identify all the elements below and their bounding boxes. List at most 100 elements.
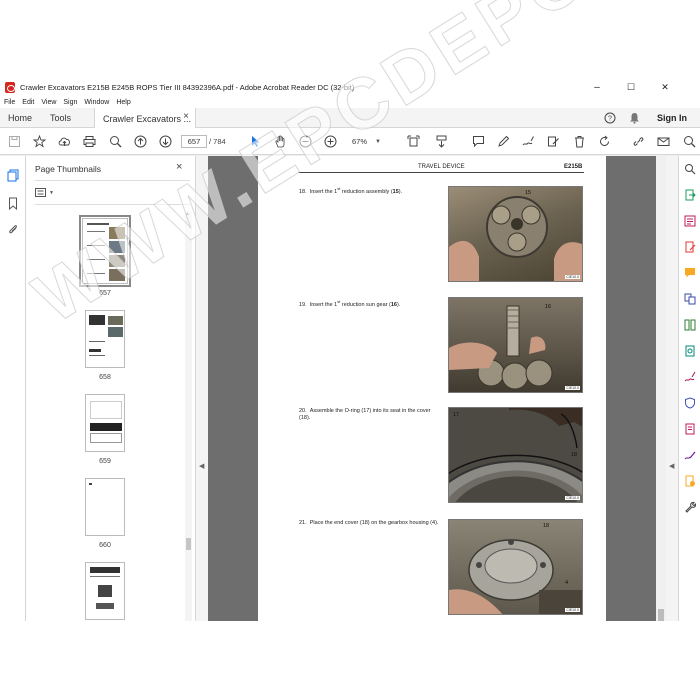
toolbar: 657 / 784 67% ▼ — [0, 128, 700, 155]
step-18-photo: 15 CIE10.0 — [448, 186, 583, 282]
rotate-icon[interactable] — [596, 134, 612, 149]
thumbnail-page-660[interactable] — [85, 478, 125, 536]
callout-17: 17 — [453, 412, 460, 418]
callout-4: 4 — [565, 580, 569, 586]
expand-panel-arrow-icon[interactable]: ◀ — [669, 462, 674, 470]
page-number-input[interactable]: 657 — [181, 135, 207, 148]
acrobat-icon — [5, 81, 15, 93]
sign-in-label: Sign In — [657, 113, 687, 123]
right-panel-splitter[interactable]: ◀ — [666, 156, 678, 621]
thumbnail-page-658[interactable] — [85, 310, 125, 368]
close-window-button[interactable]: ✕ — [648, 78, 682, 96]
help-icon[interactable]: ? — [602, 108, 618, 128]
zoom-level-select[interactable]: 67% ▼ — [344, 135, 390, 148]
thumbnail-label: 658 — [99, 374, 111, 381]
draw-sign-icon[interactable] — [520, 134, 536, 149]
page-header-section: TRAVEL DEVICE — [418, 164, 465, 170]
tab-tools[interactable]: Tools — [50, 108, 71, 128]
thumbnail-page-659[interactable] — [85, 394, 125, 452]
close-panel-icon[interactable]: × — [176, 161, 182, 173]
tab-home[interactable]: Home — [8, 108, 32, 128]
page-header-model: E215B — [564, 164, 583, 170]
pdf-page: TRAVEL DEVICE E215B 18. Insert the 1st r… — [258, 156, 606, 621]
scrolling-mode-icon[interactable] — [433, 134, 449, 149]
zoom-out-icon[interactable] — [297, 134, 313, 149]
previous-page-icon[interactable] — [132, 134, 148, 149]
thumbnail-page-657[interactable] — [79, 215, 131, 287]
share-link-icon[interactable] — [630, 134, 646, 149]
print-icon[interactable] — [81, 134, 97, 149]
highlight-pen-icon[interactable] — [495, 134, 511, 149]
request-signatures-icon[interactable] — [683, 448, 697, 462]
hand-tool-icon[interactable] — [272, 134, 288, 149]
document-view[interactable]: TRAVEL DEVICE E215B 18. Insert the 1st r… — [208, 156, 656, 621]
fill-sign-icon[interactable] — [683, 370, 697, 384]
thumbnail-label: 660 — [99, 542, 111, 549]
page-thumbnails-icon[interactable] — [6, 168, 20, 182]
figure-number: CIE10.0 — [565, 496, 580, 500]
organize-pages-icon[interactable] — [683, 318, 697, 332]
send-for-review-icon[interactable] — [683, 474, 697, 488]
bookmark-star-icon[interactable] — [31, 134, 47, 149]
zoom-in-icon[interactable] — [322, 134, 338, 149]
comment-tool-icon[interactable] — [683, 266, 697, 280]
minimize-button[interactable]: – — [580, 78, 614, 96]
thumbnail-options-menu[interactable]: ▼ — [35, 186, 57, 199]
thumbnails-scrollbar[interactable]: ▲ ▼ — [185, 211, 192, 621]
collapse-panel-arrow-icon[interactable]: ◀ — [199, 462, 204, 470]
more-tools-wrench-icon[interactable] — [683, 500, 697, 514]
maximize-button[interactable]: ☐ — [614, 78, 648, 96]
chevron-down-icon: ▼ — [375, 138, 381, 145]
export-pdf-icon[interactable] — [683, 188, 697, 202]
menu-edit[interactable]: Edit — [22, 99, 34, 106]
search-tool-icon[interactable] — [683, 162, 697, 176]
notification-bell-icon[interactable] — [626, 108, 642, 128]
save-icon[interactable] — [6, 134, 22, 149]
zoom-level-value: 67% — [352, 137, 368, 146]
attachments-icon[interactable] — [6, 222, 20, 236]
page-fit-icon[interactable] — [402, 134, 424, 149]
menu-bar: File Edit View Sign Window Help — [0, 96, 700, 108]
step-19-photo: 16 CIE10.0 — [448, 297, 583, 393]
callout-15: 15 — [525, 190, 532, 196]
step-21-text: 21. Place the end cover (18) on the gear… — [299, 520, 439, 526]
combine-files-icon[interactable] — [683, 292, 697, 306]
acrobat-window: Crawler Excavators E215B E245B ROPS Tier… — [0, 78, 700, 621]
step-21-photo: 18 4 CIE10.0 — [448, 519, 583, 615]
scan-ocr-icon[interactable] — [683, 344, 697, 358]
scroll-up-arrow-icon[interactable]: ▲ — [185, 211, 190, 217]
document-scrollbar[interactable] — [656, 156, 666, 621]
thumbnail-page-next[interactable] — [85, 562, 125, 620]
figure-number: CIE10.0 — [565, 608, 580, 612]
delete-trash-icon[interactable] — [571, 134, 587, 149]
scrollbar-thumb[interactable] — [658, 609, 664, 621]
find-zoom-icon[interactable] — [107, 134, 123, 149]
next-page-icon[interactable] — [157, 134, 173, 149]
menu-sign[interactable]: Sign — [63, 99, 77, 106]
email-icon[interactable] — [655, 134, 671, 149]
compress-pdf-icon[interactable] — [683, 422, 697, 436]
menu-view[interactable]: View — [41, 99, 56, 106]
protect-shield-icon[interactable] — [683, 396, 697, 410]
sign-in-button[interactable]: Sign In — [652, 108, 692, 128]
page-total: / 784 — [209, 137, 226, 146]
chevron-down-icon: ▼ — [49, 189, 54, 196]
callout-16: 16 — [545, 304, 552, 310]
comment-icon[interactable] — [470, 134, 486, 149]
scrollbar-thumb[interactable] — [186, 538, 191, 550]
tab-document[interactable]: Crawler Excavators ... × — [94, 108, 196, 129]
search-icon[interactable] — [681, 134, 697, 149]
svg-text:?: ? — [608, 116, 612, 123]
select-cursor-icon[interactable] — [247, 134, 263, 149]
menu-help[interactable]: Help — [116, 99, 130, 106]
upload-cloud-icon[interactable] — [56, 134, 72, 149]
menu-file[interactable]: File — [4, 99, 15, 106]
create-pdf-icon[interactable] — [683, 214, 697, 228]
panel-splitter[interactable]: ◀ — [196, 156, 208, 621]
bookmarks-icon[interactable] — [6, 196, 20, 210]
edit-pdf-tool-icon[interactable] — [683, 240, 697, 254]
close-tab-icon[interactable]: × — [183, 111, 189, 122]
menu-window[interactable]: Window — [84, 99, 109, 106]
edit-pdf-icon[interactable] — [545, 134, 561, 149]
divider — [35, 204, 190, 205]
